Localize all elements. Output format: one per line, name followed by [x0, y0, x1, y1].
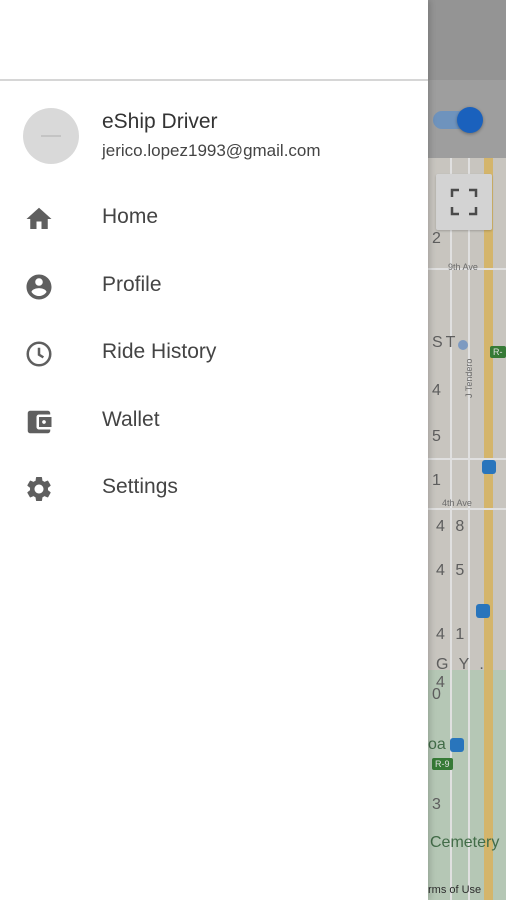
user-profile-section: eShip Driver jerico.lopez1993@gmail.com	[0, 100, 428, 170]
menu-item-home[interactable]: Home	[0, 184, 428, 252]
drawer-menu: Home Profile Ride History Wallet Setting…	[0, 184, 428, 522]
user-email: jerico.lopez1993@gmail.com	[102, 141, 321, 160]
menu-label: Home	[102, 205, 159, 228]
menu-label: Profile	[102, 272, 162, 296]
clock-icon	[26, 341, 52, 367]
menu-label: Ride History	[102, 340, 217, 363]
menu-item-ride-history[interactable]: Ride History	[0, 319, 428, 387]
drawer-header	[0, 0, 428, 81]
menu-label: Settings	[102, 475, 178, 498]
wallet-icon	[27, 410, 52, 433]
user-name: eShip Driver	[102, 110, 218, 133]
menu-item-profile[interactable]: Profile	[0, 252, 428, 320]
navigation-drawer: eShip Driver jerico.lopez1993@gmail.com …	[0, 0, 428, 900]
avatar[interactable]	[23, 108, 79, 164]
menu-item-wallet[interactable]: Wallet	[0, 387, 428, 455]
drawer-scrim[interactable]	[428, 0, 506, 900]
home-icon	[26, 207, 52, 229]
menu-item-settings[interactable]: Settings	[0, 454, 428, 522]
menu-label: Wallet	[102, 407, 160, 431]
gear-icon	[27, 477, 51, 501]
account-circle-icon	[26, 274, 52, 299]
